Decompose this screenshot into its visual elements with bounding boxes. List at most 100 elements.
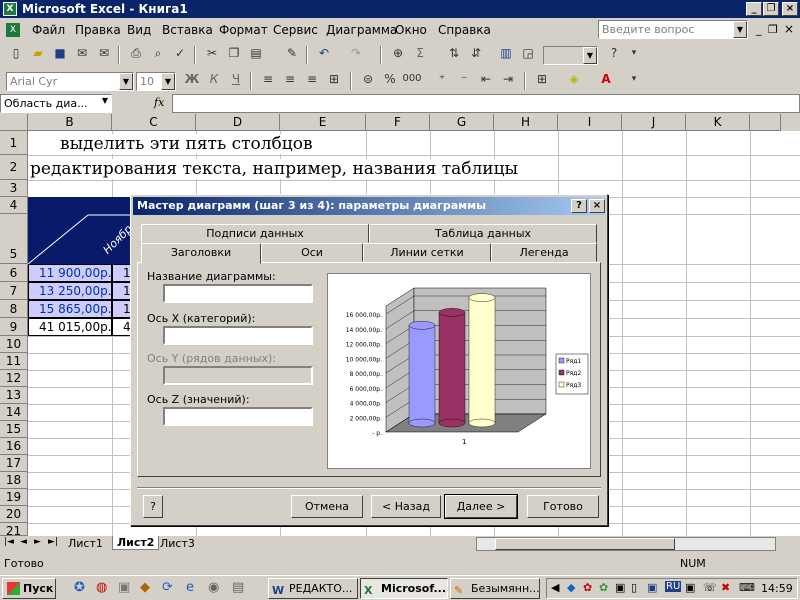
cell-b6[interactable]: 11 900,00р.	[28, 264, 112, 282]
tray-icon-5[interactable]: ▯	[631, 581, 637, 594]
menu-tools[interactable]: Сервис	[273, 23, 318, 37]
menu-format[interactable]: Формат	[219, 23, 268, 37]
merge-center-icon[interactable]: ⊞	[324, 70, 344, 88]
col-header-e[interactable]: E	[280, 114, 366, 131]
start-button[interactable]: Пуск	[2, 578, 56, 599]
preview-icon[interactable]: ⌕	[148, 44, 168, 62]
quicklaunch-icon-4[interactable]: ◆	[140, 580, 150, 595]
office-assistant-button[interactable]: ?	[143, 495, 163, 518]
tray-icon-6[interactable]: ▣	[647, 581, 657, 594]
quicklaunch-icon-3[interactable]: ▣	[118, 580, 130, 595]
align-right-icon[interactable]: ≡	[302, 70, 322, 88]
tab-data-labels[interactable]: Подписи данных	[141, 224, 369, 243]
copy-icon[interactable]: ❐	[224, 44, 244, 62]
hyperlink-icon[interactable]: ⊕	[388, 44, 408, 62]
cell-b7[interactable]: 13 250,00р.	[28, 282, 112, 300]
tray-icon-8[interactable]: ☏	[703, 581, 717, 594]
horizontal-scroll-thumb[interactable]	[495, 538, 675, 550]
format-painter-icon[interactable]: ✎	[282, 44, 302, 62]
tab-titles[interactable]: Заголовки	[141, 243, 261, 264]
row-header-17[interactable]: 17	[0, 455, 28, 472]
row-header-3[interactable]: 3	[0, 180, 28, 197]
doc-minimize-button[interactable]: _	[756, 23, 762, 36]
toolbar-options-icon[interactable]: ▾	[624, 44, 644, 62]
col-header-j[interactable]: J	[622, 114, 686, 131]
row-header-21[interactable]: 21	[0, 523, 28, 536]
quicklaunch-icon-7[interactable]: ◉	[208, 580, 219, 595]
row-header-5[interactable]: 5	[0, 214, 28, 264]
next-button[interactable]: Далее >	[444, 494, 518, 519]
zoom-combo[interactable]: ▼	[543, 46, 598, 65]
cut-icon[interactable]: ✂	[202, 44, 222, 62]
col-header-d[interactable]: D	[196, 114, 280, 131]
menu-insert[interactable]: Вставка	[162, 23, 213, 37]
row-header-8[interactable]: 8	[0, 300, 28, 318]
tray-icon-2[interactable]: ✿	[583, 581, 592, 594]
col-header-b[interactable]: B	[28, 114, 112, 131]
align-center-icon[interactable]: ≡	[280, 70, 300, 88]
fill-color-icon[interactable]: ◈	[564, 70, 584, 88]
open-icon[interactable]: ▰	[28, 44, 48, 62]
row-header-13[interactable]: 13	[0, 387, 28, 404]
tray-icon-1[interactable]: ◆	[567, 581, 575, 594]
new-icon[interactable]: ▯	[6, 44, 26, 62]
currency-icon[interactable]: ⊜	[358, 70, 378, 88]
align-left-icon[interactable]: ≡	[258, 70, 278, 88]
task-word[interactable]: W РЕДАКТО...	[268, 578, 358, 599]
row-header-6[interactable]: 6	[0, 264, 28, 282]
quicklaunch-icon-1[interactable]: ✪	[74, 580, 85, 595]
italic-button[interactable]: К	[204, 70, 224, 88]
fx-icon[interactable]: fx	[154, 96, 164, 109]
tray-icon-3[interactable]: ✿	[599, 581, 608, 594]
row-header-2[interactable]: 2	[0, 155, 28, 180]
menu-edit[interactable]: Правка	[75, 23, 121, 37]
row-header-7[interactable]: 7	[0, 282, 28, 300]
cell-b9[interactable]: 41 015,00р.	[28, 318, 112, 336]
row-header-11[interactable]: 11	[0, 353, 28, 370]
toolbar-options-icon-2[interactable]: ▾	[624, 70, 644, 88]
redo-icon[interactable]: ↷	[346, 44, 366, 62]
decrease-decimal-icon[interactable]: ⁻	[454, 70, 474, 88]
drawing-icon[interactable]: ◲	[518, 44, 538, 62]
permission-icon[interactable]: ✉	[72, 44, 92, 62]
row-header-16[interactable]: 16	[0, 438, 28, 455]
help-icon[interactable]: ?	[604, 44, 624, 62]
sheet-tab-3[interactable]: Лист3	[160, 537, 195, 550]
bold-button[interactable]: Ж	[182, 70, 202, 88]
tab-gridlines[interactable]: Линии сетки	[363, 243, 491, 262]
select-all-corner[interactable]	[0, 114, 28, 131]
increase-indent-icon[interactable]: ⇥	[498, 70, 518, 88]
row-header-4[interactable]: 4	[0, 197, 28, 214]
mail-icon[interactable]: ✉	[94, 44, 114, 62]
tab-nav-prev-icon[interactable]: ◄	[20, 537, 27, 547]
increase-decimal-icon[interactable]: ⁺	[432, 70, 452, 88]
row-header-14[interactable]: 14	[0, 404, 28, 421]
tray-icon-7[interactable]: ▣	[685, 581, 695, 594]
doc-restore-button[interactable]: ❐	[768, 23, 778, 36]
task-excel[interactable]: X Microsof...	[360, 578, 448, 599]
quicklaunch-icon-5[interactable]: ⟳	[162, 580, 173, 595]
chart-title-input[interactable]	[163, 284, 313, 303]
scroll-up-icon[interactable]	[780, 114, 800, 131]
underline-button[interactable]: Ч	[226, 70, 246, 88]
col-header-h[interactable]: H	[494, 114, 558, 131]
tab-legend[interactable]: Легенда	[491, 243, 597, 262]
row-header-15[interactable]: 15	[0, 421, 28, 438]
cancel-button[interactable]: Отмена	[291, 495, 363, 518]
font-color-icon[interactable]: A	[596, 70, 616, 88]
col-header-i[interactable]: I	[558, 114, 622, 131]
col-header-g[interactable]: G	[430, 114, 494, 131]
dialog-help-button[interactable]: ?	[571, 199, 587, 213]
minimize-button[interactable]: _	[746, 2, 762, 16]
sheet-tab-2[interactable]: Лист2	[112, 536, 160, 550]
col-header-f[interactable]: F	[366, 114, 430, 131]
tray-icon-9[interactable]: ✖	[721, 581, 730, 594]
cell-b8[interactable]: 15 865,00р.	[28, 300, 112, 318]
chart-wizard-icon[interactable]: ▥	[496, 44, 516, 62]
print-icon[interactable]: ⎙	[126, 44, 146, 62]
row-header-19[interactable]: 19	[0, 489, 28, 506]
quicklaunch-icon-8[interactable]: ▤	[232, 580, 244, 595]
note-row-2[interactable]: редактирования текста, например, названи…	[30, 159, 519, 179]
menu-chart[interactable]: Диаграмма	[326, 23, 397, 37]
tab-nav-last-icon[interactable]: ►|	[48, 537, 58, 547]
